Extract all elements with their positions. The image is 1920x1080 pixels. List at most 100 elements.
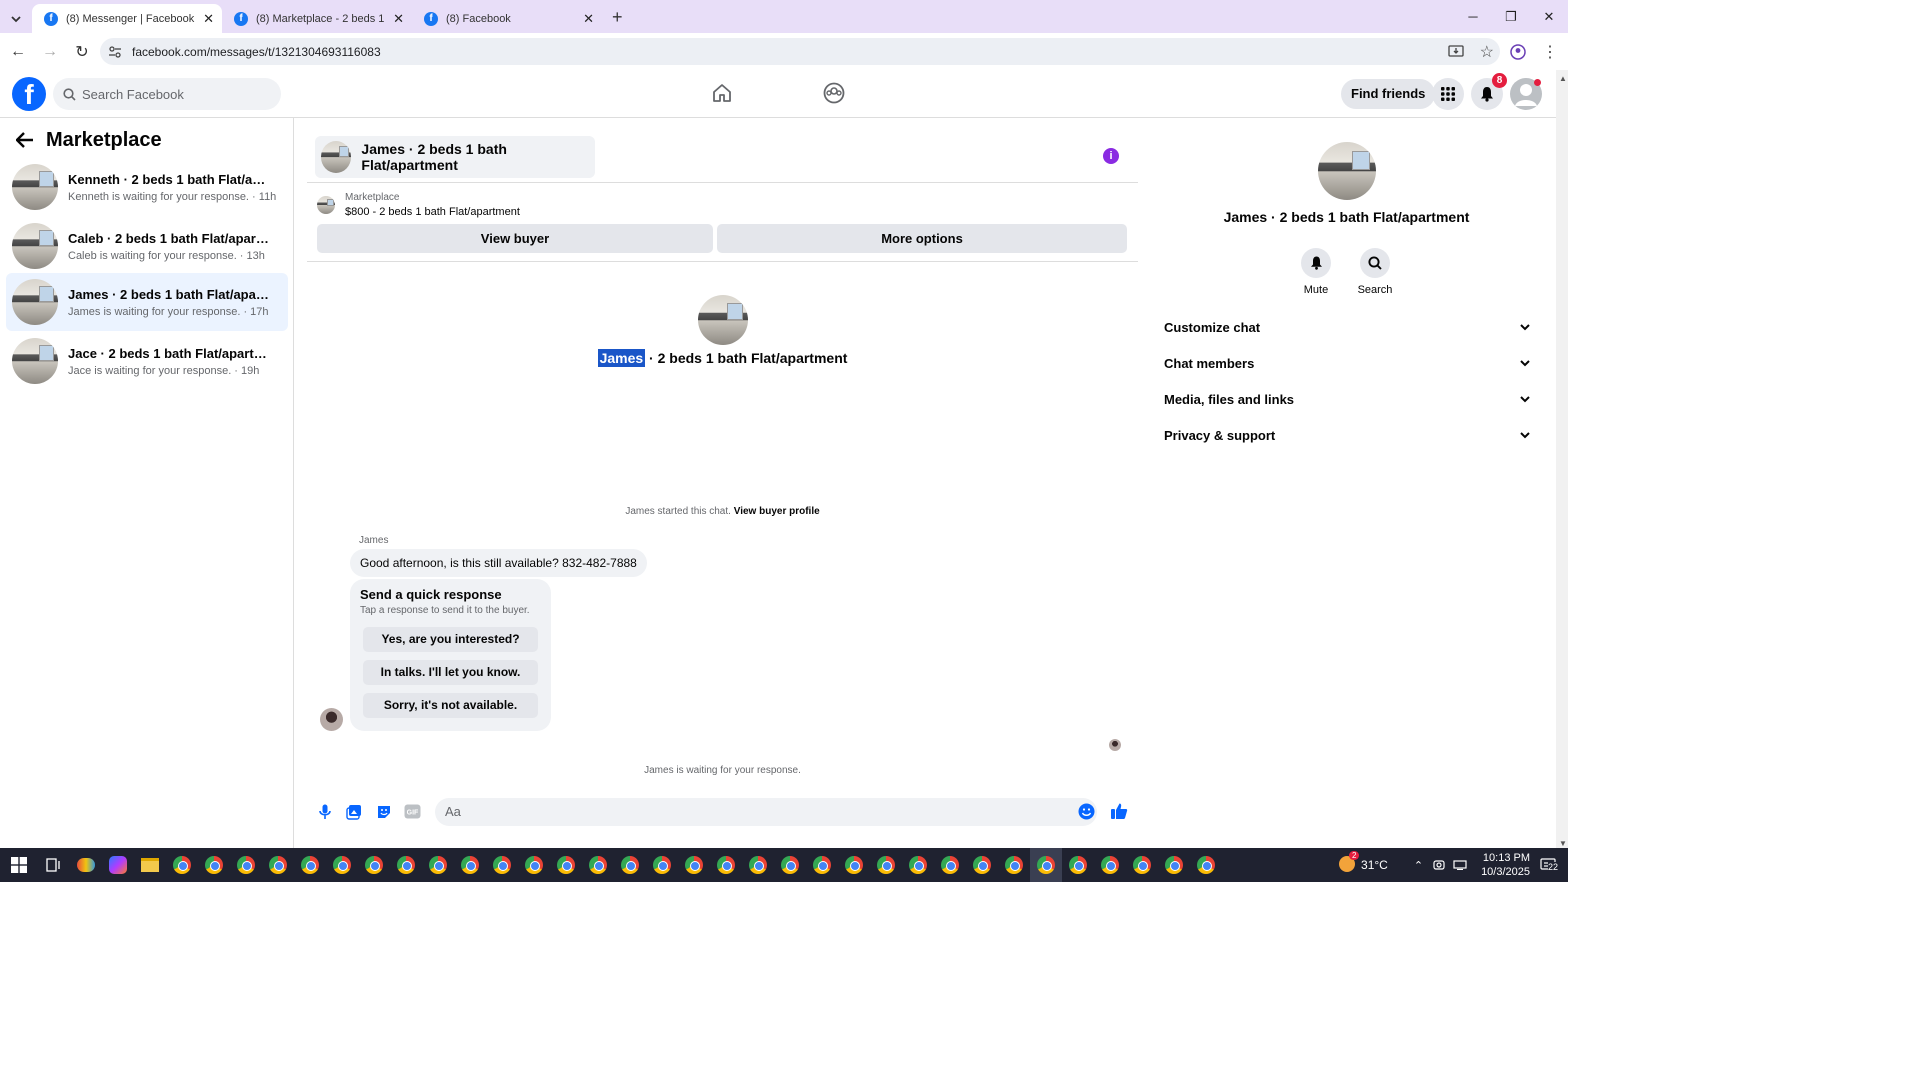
clock[interactable]: 10:13 PM 10/3/2025 (1481, 851, 1530, 879)
paint-app-icon[interactable] (70, 848, 102, 882)
chrome-app-icon[interactable] (1158, 848, 1190, 882)
chrome-app-icon[interactable] (966, 848, 998, 882)
minimize-icon[interactable]: ─ (1454, 0, 1492, 33)
chrome-app-icon[interactable] (838, 848, 870, 882)
photo-attach-icon[interactable] (346, 804, 362, 820)
info-icon[interactable]: i (1103, 148, 1119, 164)
chrome-app-icon[interactable] (1062, 848, 1094, 882)
quick-response-button[interactable]: Yes, are you interested? (363, 627, 538, 652)
show-hidden-icons-icon[interactable]: ⌃ (1414, 859, 1423, 872)
view-buyer-button[interactable]: View buyer (317, 224, 713, 253)
chrome-app-icon[interactable] (358, 848, 390, 882)
customize-chat-section[interactable]: Customize chat (1164, 317, 1530, 337)
browser-menu-icon[interactable]: ⋮ (1542, 42, 1558, 62)
chrome-app-icon[interactable] (550, 848, 582, 882)
menu-grid-icon[interactable] (1432, 78, 1464, 110)
chrome-app-icon[interactable] (294, 848, 326, 882)
chrome-app-icon[interactable] (390, 848, 422, 882)
chrome-app-icon[interactable] (742, 848, 774, 882)
quick-response-button[interactable]: Sorry, it's not available. (363, 693, 538, 718)
chrome-app-icon[interactable] (166, 848, 198, 882)
file-explorer-icon[interactable] (134, 848, 166, 882)
chrome-app-icon[interactable] (1190, 848, 1222, 882)
conversation-caleb[interactable]: Caleb · 2 beds 1 bath Flat/apartment Cale… (6, 217, 288, 275)
groups-icon[interactable] (823, 82, 845, 104)
quick-response-button[interactable]: In talks. I'll let you know. (363, 660, 538, 685)
back-icon[interactable]: ← (4, 43, 32, 61)
browser-tab-messenger[interactable]: f (8) Messenger | Facebook ✕ (32, 4, 222, 33)
site-info-icon[interactable] (108, 45, 122, 59)
chrome-app-icon-active[interactable] (1030, 848, 1062, 882)
home-icon[interactable] (711, 82, 733, 104)
browser-tab-facebook[interactable]: f (8) Facebook ✕ (412, 4, 602, 33)
view-buyer-profile-link[interactable]: View buyer profile (734, 506, 820, 517)
scroll-down-arrow-icon[interactable]: ▼ (1559, 839, 1567, 848)
chrome-app-icon[interactable] (614, 848, 646, 882)
install-app-icon[interactable] (1448, 44, 1464, 59)
emoji-icon[interactable] (1078, 803, 1095, 820)
chrome-app-icon[interactable] (774, 848, 806, 882)
close-tab-icon[interactable]: ✕ (393, 11, 404, 27)
copilot-icon[interactable] (102, 848, 134, 882)
chrome-app-icon[interactable] (454, 848, 486, 882)
message-bubble[interactable]: Good afternoon, is this still available?… (350, 549, 647, 577)
privacy-support-section[interactable]: Privacy & support (1164, 425, 1530, 445)
back-arrow-icon[interactable] (16, 132, 34, 148)
gif-icon[interactable]: GIF (404, 804, 421, 819)
forward-icon[interactable]: → (36, 43, 64, 61)
media-files-links-section[interactable]: Media, files and links (1164, 389, 1530, 409)
browser-tab-marketplace[interactable]: f (8) Marketplace - 2 beds 1 bath ✕ (222, 4, 412, 33)
scroll-up-arrow-icon[interactable]: ▲ (1559, 74, 1567, 83)
chrome-app-icon[interactable] (486, 848, 518, 882)
weather-icon[interactable]: 2 (1339, 850, 1360, 875)
start-windows-icon[interactable] (0, 848, 38, 882)
chrome-app-icon[interactable] (1126, 848, 1158, 882)
chrome-app-icon[interactable] (678, 848, 710, 882)
url-field[interactable]: facebook.com/messages/t/1321304693116083 (100, 38, 1500, 65)
network-icon[interactable] (1453, 860, 1467, 870)
search-facebook-input[interactable]: Search Facebook (53, 78, 281, 110)
page-scrollbar[interactable]: ▲ ▼ (1556, 70, 1568, 850)
chrome-app-icon[interactable] (422, 848, 454, 882)
reload-icon[interactable]: ↻ (68, 42, 96, 62)
chrome-app-icon[interactable] (806, 848, 838, 882)
chrome-app-icon[interactable] (262, 848, 294, 882)
chrome-app-icon[interactable] (934, 848, 966, 882)
conversation-james[interactable]: James · 2 beds 1 bath Flat/apartme... Jam… (6, 273, 288, 331)
task-view-icon[interactable] (38, 848, 70, 882)
listing-summary[interactable]: Marketplace $800 - 2 beds 1 bath Flat/apa… (317, 192, 520, 218)
conversation-jace[interactable]: Jace · 2 beds 1 bath Flat/apartment Jace … (6, 332, 288, 390)
camera-icon[interactable] (1433, 860, 1445, 870)
bookmark-star-icon[interactable]: ☆ (1480, 42, 1494, 62)
profile-icon[interactable] (1510, 43, 1526, 60)
tab-search-dropdown-icon[interactable] (0, 4, 32, 33)
chat-header-button[interactable]: James · 2 beds 1 bath Flat/apartment (315, 136, 595, 178)
new-tab-icon[interactable]: + (612, 7, 623, 28)
chrome-app-icon[interactable] (646, 848, 678, 882)
chrome-app-icon[interactable] (326, 848, 358, 882)
close-window-icon[interactable]: ✕ (1530, 0, 1568, 33)
notification-center-icon[interactable]: 22 (1540, 858, 1559, 872)
sticker-icon[interactable] (376, 804, 392, 820)
search-in-chat-button[interactable]: Search (1355, 248, 1395, 296)
chat-members-section[interactable]: Chat members (1164, 353, 1530, 373)
chrome-app-icon[interactable] (998, 848, 1030, 882)
mute-button[interactable]: Mute (1296, 248, 1336, 296)
like-thumbs-up-icon[interactable] (1110, 802, 1128, 820)
chrome-app-icon[interactable] (902, 848, 934, 882)
more-options-button[interactable]: More options (717, 224, 1127, 253)
facebook-logo-icon[interactable]: f (12, 77, 46, 111)
chrome-app-icon[interactable] (230, 848, 262, 882)
chrome-app-icon[interactable] (582, 848, 614, 882)
chrome-app-icon[interactable] (1094, 848, 1126, 882)
close-tab-icon[interactable]: ✕ (583, 11, 594, 27)
restore-icon[interactable]: ❐ (1492, 0, 1530, 33)
microphone-icon[interactable] (319, 804, 331, 820)
chrome-app-icon[interactable] (198, 848, 230, 882)
message-input[interactable]: Aa (435, 798, 1097, 826)
chrome-app-icon[interactable] (710, 848, 742, 882)
chrome-app-icon[interactable] (518, 848, 550, 882)
find-friends-button[interactable]: Find friends (1341, 79, 1436, 109)
close-tab-icon[interactable]: ✕ (203, 11, 214, 27)
chrome-app-icon[interactable] (870, 848, 902, 882)
